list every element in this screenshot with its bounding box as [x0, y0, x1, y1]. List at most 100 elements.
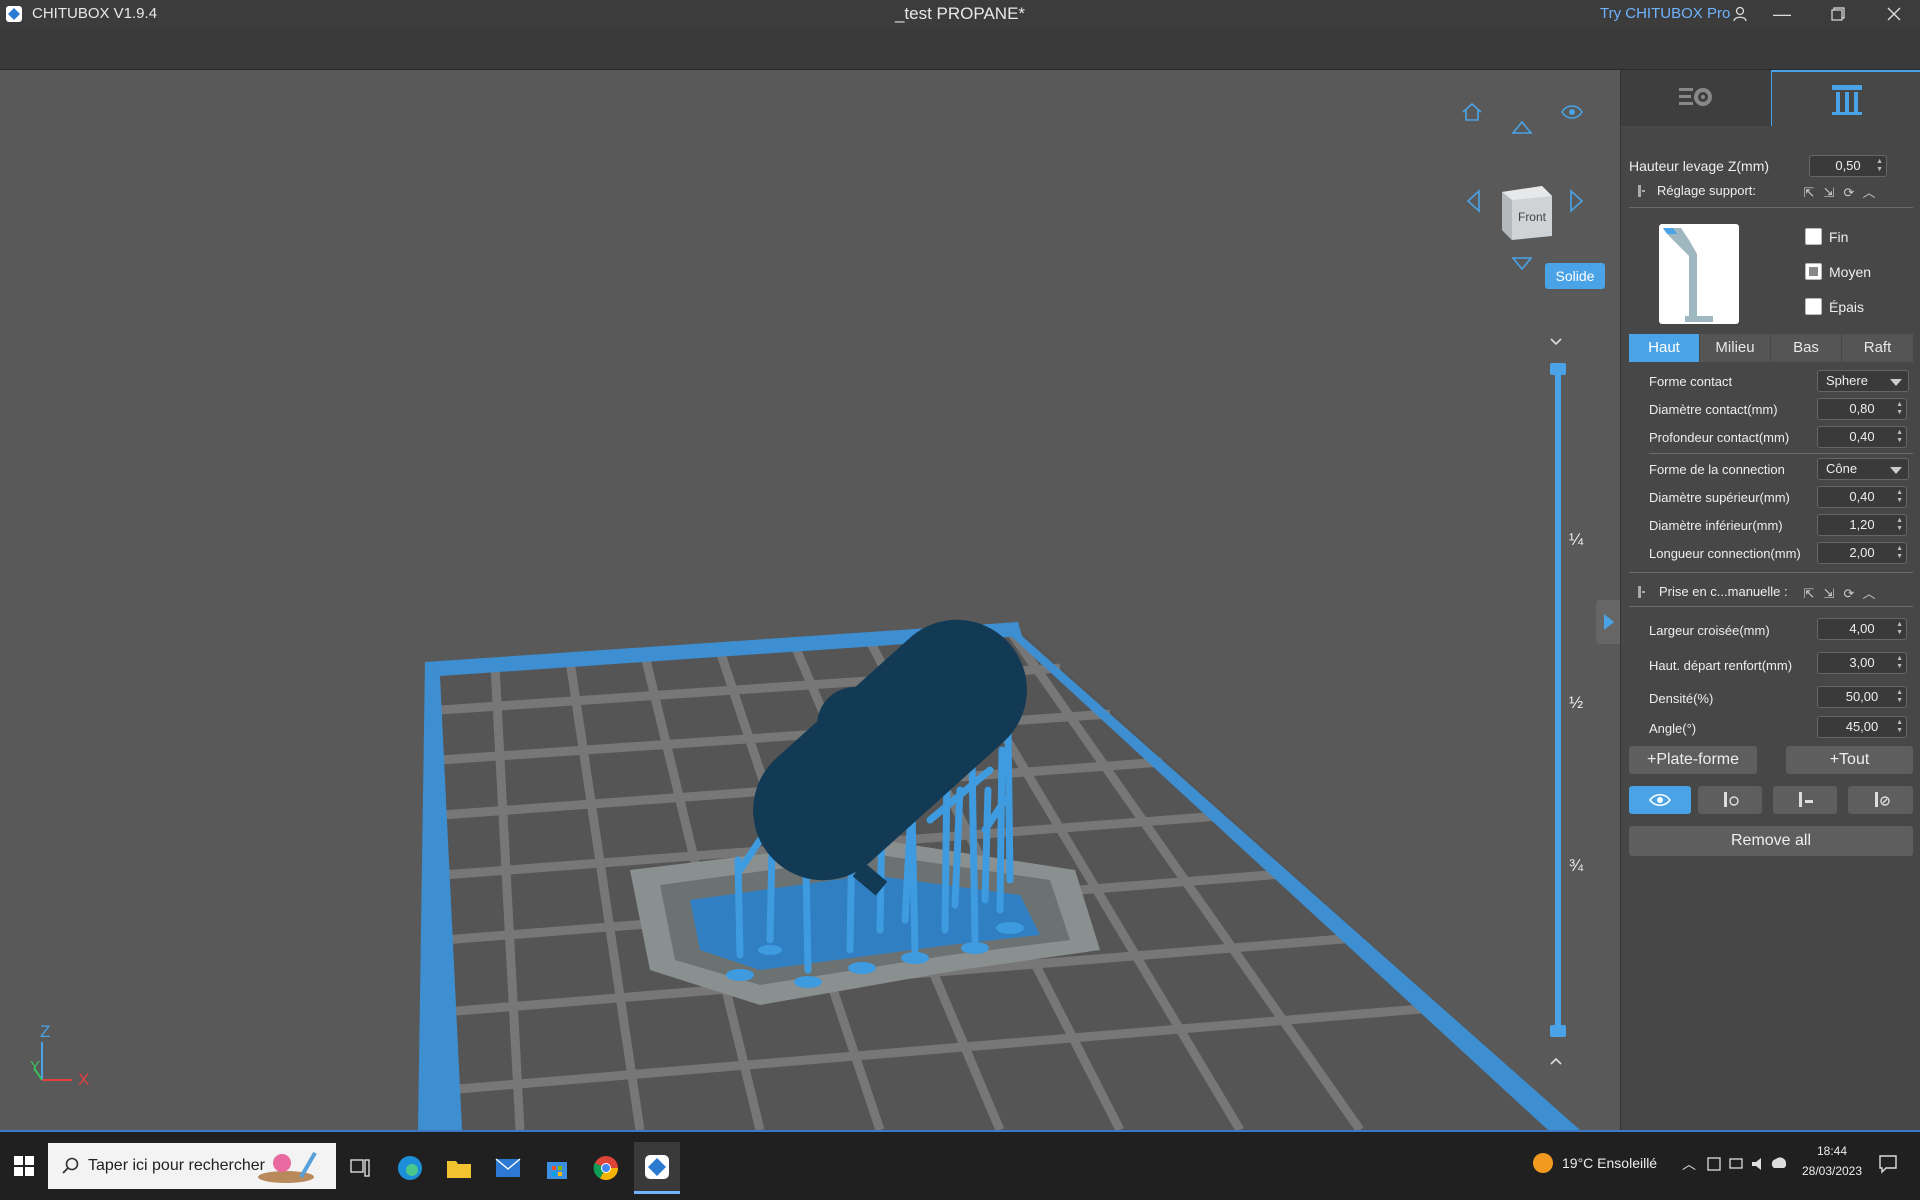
cross-width-input[interactable]: 4,00 ▲ ▼ — [1817, 618, 1907, 640]
refresh-icon[interactable]: ⟳ — [1839, 185, 1859, 201]
file-explorer-icon[interactable] — [439, 1149, 479, 1187]
show-supports-eye-icon[interactable] — [1629, 786, 1691, 814]
subtab-haut[interactable]: Haut — [1629, 334, 1699, 362]
contact-shape-select[interactable]: Sphere — [1817, 370, 1909, 392]
taskbar-search-box[interactable]: Taper ici pour rechercher — [48, 1143, 336, 1189]
export-icon[interactable]: ⇲ — [1819, 586, 1839, 602]
density-moyen-label: Moyen — [1829, 264, 1872, 280]
home-view-icon[interactable] — [1460, 100, 1484, 129]
collapse-icon[interactable]: ︿ — [1859, 182, 1879, 201]
clock-date[interactable]: 28/03/2023 — [1796, 1164, 1868, 1178]
tab-print-settings[interactable] — [1621, 70, 1771, 126]
support-settings-label: Réglage support: — [1657, 183, 1757, 198]
build-plate-scene — [418, 619, 1580, 1130]
subtab-raft[interactable]: Raft — [1842, 334, 1913, 362]
contact-depth-input[interactable]: 0,40 ▲ ▼ — [1817, 426, 1907, 448]
mail-icon[interactable] — [488, 1149, 528, 1187]
chitubox-taskbar-icon[interactable] — [634, 1142, 680, 1194]
layer-slider-bottom-handle[interactable] — [1550, 1025, 1566, 1037]
divider — [1649, 453, 1913, 454]
panel-toggle-button[interactable] — [1596, 600, 1620, 644]
layer-slider-track[interactable] — [1555, 368, 1561, 1028]
title-bar: CHITUBOX V1.9.4 _test PROPANE* Try CHITU… — [0, 0, 1920, 28]
show-hidden-icons-chevron-icon[interactable]: ︿ — [1682, 1154, 1696, 1174]
3d-viewport[interactable]: Front Solide ¼ ½ ¾ Z Y X — [0, 70, 1620, 1130]
solid-button[interactable]: Solide — [1545, 263, 1605, 289]
connection-length-input[interactable]: 2,00 ▲ ▼ — [1817, 542, 1907, 564]
weather-text[interactable]: 19°C Ensoleillé — [1562, 1155, 1657, 1171]
toolbar — [0, 28, 1920, 70]
lower-diameter-input[interactable]: 1,20 ▲ ▼ — [1817, 514, 1907, 536]
windows-taskbar: Taper ici pour rechercher 19°C Ensoleill… — [0, 1130, 1920, 1200]
param-label: Diamètre supérieur(mm) — [1649, 490, 1790, 505]
notifications-icon[interactable] — [1878, 1154, 1898, 1179]
refresh-icon[interactable]: ⟳ — [1839, 586, 1859, 602]
import-icon[interactable]: ⇱ — [1799, 185, 1819, 201]
tab-supports[interactable] — [1771, 70, 1920, 126]
axis-gizmo: Z Y X — [30, 1020, 100, 1090]
support-small-icon — [1635, 184, 1647, 201]
edit-support-tool-icon[interactable] — [1848, 786, 1913, 814]
add-all-button[interactable]: +Tout — [1786, 746, 1913, 774]
support-panel: Hauteur levage Z(mm) 0,50 ▲ ▼ Réglage supp… — [1620, 70, 1920, 1130]
chevron-up-icon[interactable] — [1549, 1053, 1563, 1071]
support-settings-actions: ⇱ ⇲ ⟳ ︿ — [1799, 182, 1879, 201]
weather-sun-icon[interactable] — [1532, 1152, 1554, 1179]
system-tray-icons — [1706, 1154, 1787, 1179]
divider — [1629, 606, 1913, 607]
param-label: Diamètre inférieur(mm) — [1649, 518, 1783, 533]
collapse-icon[interactable]: ︿ — [1859, 583, 1879, 602]
clock-time[interactable]: 18:44 — [1800, 1144, 1864, 1158]
contact-diameter-input[interactable]: 0,80 ▲ ▼ — [1817, 398, 1907, 420]
add-support-tool-icon[interactable] — [1698, 786, 1762, 814]
density-epais-label: Épais — [1829, 299, 1865, 315]
chrome-browser-icon[interactable] — [586, 1149, 626, 1187]
connection-shape-select[interactable]: Cône — [1817, 458, 1909, 480]
param-label: Densité(%) — [1649, 691, 1714, 706]
arrow-up-icon[interactable] — [1510, 118, 1534, 141]
arrow-left-icon[interactable] — [1464, 188, 1482, 219]
angle-input[interactable]: 45,00 ▲ ▼ — [1817, 716, 1907, 738]
subtab-bas[interactable]: Bas — [1771, 334, 1841, 362]
settings-gear-icon — [1679, 88, 1712, 106]
add-platform-button[interactable]: +Plate-forme — [1629, 746, 1757, 774]
param-label: Forme contact — [1649, 374, 1733, 389]
divider — [1629, 207, 1913, 208]
store-icon[interactable] — [537, 1149, 577, 1187]
density-moyen-checkbox[interactable] — [1805, 263, 1822, 280]
param-label: Longueur connection(mm) — [1649, 546, 1801, 561]
brace-start-height-input[interactable]: 3,00 ▲ ▼ — [1817, 652, 1907, 674]
arrow-down-icon[interactable] — [1510, 255, 1534, 278]
view-cube[interactable]: Front — [1494, 180, 1556, 242]
user-icon[interactable] — [1716, 0, 1764, 28]
remove-all-button[interactable]: Remove all — [1629, 826, 1913, 856]
edge-browser-icon[interactable] — [390, 1149, 430, 1187]
density-fin-checkbox[interactable] — [1805, 228, 1822, 245]
axis-z-label: Z — [40, 1022, 51, 1041]
try-pro-link[interactable]: Try CHITUBOX Pro — [1600, 5, 1730, 22]
lift-height-input[interactable]: 0,50 ▲ ▼ — [1809, 155, 1887, 177]
task-view-icon[interactable] — [340, 1149, 380, 1187]
remove-support-tool-icon[interactable] — [1773, 786, 1837, 814]
manual-support-actions: ⇱ ⇲ ⟳ ︿ — [1799, 583, 1879, 602]
export-icon[interactable]: ⇲ — [1819, 185, 1839, 201]
search-icon — [62, 1157, 79, 1174]
upper-diameter-input[interactable]: 0,40 ▲ ▼ — [1817, 486, 1907, 508]
divider — [1629, 572, 1913, 573]
subtab-milieu[interactable]: Milieu — [1700, 334, 1770, 362]
windows-start-icon[interactable] — [4, 1147, 44, 1185]
import-icon[interactable]: ⇱ — [1799, 586, 1819, 602]
eye-icon[interactable] — [1560, 102, 1584, 127]
search-highlight-illustration — [258, 1151, 317, 1183]
restore-button[interactable] — [1814, 0, 1862, 28]
chevron-down-icon[interactable] — [1549, 334, 1563, 350]
minimize-button[interactable]: — — [1758, 0, 1806, 28]
close-button[interactable] — [1870, 0, 1918, 28]
arrow-right-icon[interactable] — [1568, 188, 1586, 219]
param-label: Angle(°) — [1649, 721, 1697, 736]
manual-support-label: Prise en c...manuelle : — [1659, 584, 1788, 599]
density-input[interactable]: 50,00 ▲ ▼ — [1817, 686, 1907, 708]
view-cube-label: Front — [1517, 210, 1546, 224]
density-epais-checkbox[interactable] — [1805, 298, 1822, 315]
layer-slider-top-handle[interactable] — [1550, 363, 1566, 375]
